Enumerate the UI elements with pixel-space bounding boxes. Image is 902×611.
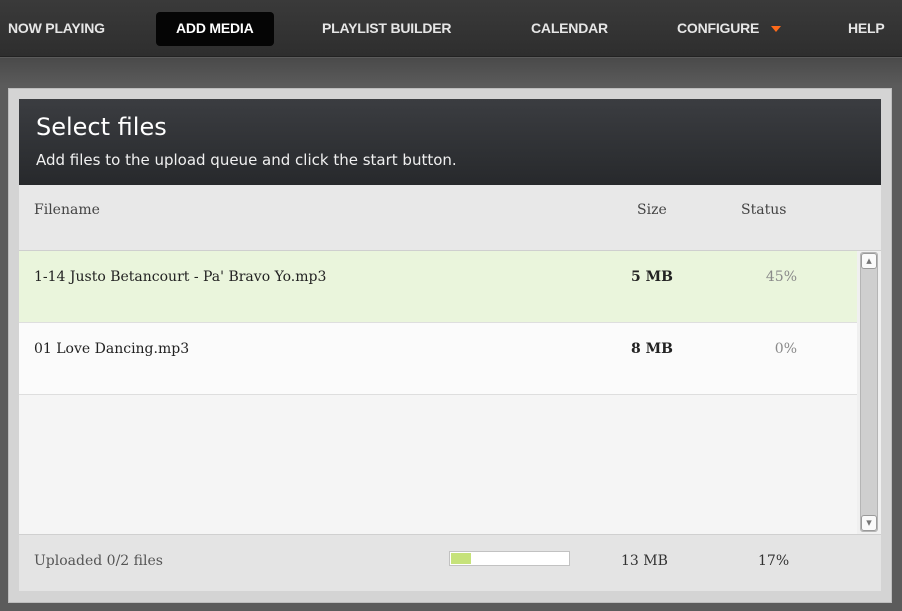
nav-item-calendar[interactable]: CALENDAR bbox=[531, 13, 608, 47]
file-name: 1-14 Justo Betancourt - Pa' Bravo Yo.mp3 bbox=[34, 269, 327, 285]
nav-item-add-media[interactable]: ADD MEDIA bbox=[156, 12, 274, 46]
column-header-size: Size bbox=[637, 202, 667, 218]
uploader-footer: Uploaded 0/2 files 13 MB 17% bbox=[19, 534, 881, 591]
uploaded-count-text: Uploaded 0/2 files bbox=[34, 553, 163, 569]
file-status: 0% bbox=[774, 341, 797, 357]
uploader-header: Select files Add files to the upload que… bbox=[19, 99, 881, 185]
scrollbar-track[interactable]: ▴ ▾ bbox=[860, 252, 878, 532]
total-size: 13 MB bbox=[621, 553, 668, 569]
nav-shadow-band bbox=[0, 58, 902, 86]
file-row[interactable]: 1-14 Justo Betancourt - Pa' Bravo Yo.mp3… bbox=[19, 251, 857, 323]
file-list: 1-14 Justo Betancourt - Pa' Bravo Yo.mp3… bbox=[19, 251, 881, 534]
uploader-subtitle: Add files to the upload queue and click … bbox=[36, 151, 457, 169]
nav-item-help[interactable]: HELP bbox=[848, 13, 885, 47]
file-size: 5 MB bbox=[631, 269, 673, 285]
file-uploader: Select files Add files to the upload que… bbox=[8, 88, 892, 603]
top-navigation: NOW PLAYING ADD MEDIA PLAYLIST BUILDER C… bbox=[0, 0, 902, 57]
total-progress-bar bbox=[449, 551, 570, 566]
scroll-down-icon[interactable]: ▾ bbox=[861, 515, 877, 531]
chevron-down-icon bbox=[771, 26, 782, 33]
column-header-row: Filename Size Status bbox=[19, 185, 881, 251]
nav-item-configure-label: CONFIGURE bbox=[677, 20, 760, 36]
nav-item-now-playing[interactable]: NOW PLAYING bbox=[8, 13, 105, 47]
uploader-title: Select files bbox=[36, 113, 167, 141]
column-header-filename: Filename bbox=[34, 202, 100, 218]
total-percent: 17% bbox=[758, 553, 790, 569]
scroll-up-icon[interactable]: ▴ bbox=[861, 253, 877, 269]
file-size: 8 MB bbox=[631, 341, 673, 357]
nav-item-configure[interactable]: CONFIGURE bbox=[677, 13, 782, 47]
total-progress-fill bbox=[451, 553, 471, 564]
nav-item-playlist-builder[interactable]: PLAYLIST BUILDER bbox=[322, 13, 451, 47]
file-row[interactable]: 01 Love Dancing.mp3 8 MB 0% bbox=[19, 323, 857, 395]
column-header-status: Status bbox=[741, 202, 787, 218]
file-list-scrollbar[interactable]: ▴ ▾ bbox=[857, 251, 881, 534]
file-status: 45% bbox=[765, 269, 797, 285]
file-name: 01 Love Dancing.mp3 bbox=[34, 341, 190, 357]
